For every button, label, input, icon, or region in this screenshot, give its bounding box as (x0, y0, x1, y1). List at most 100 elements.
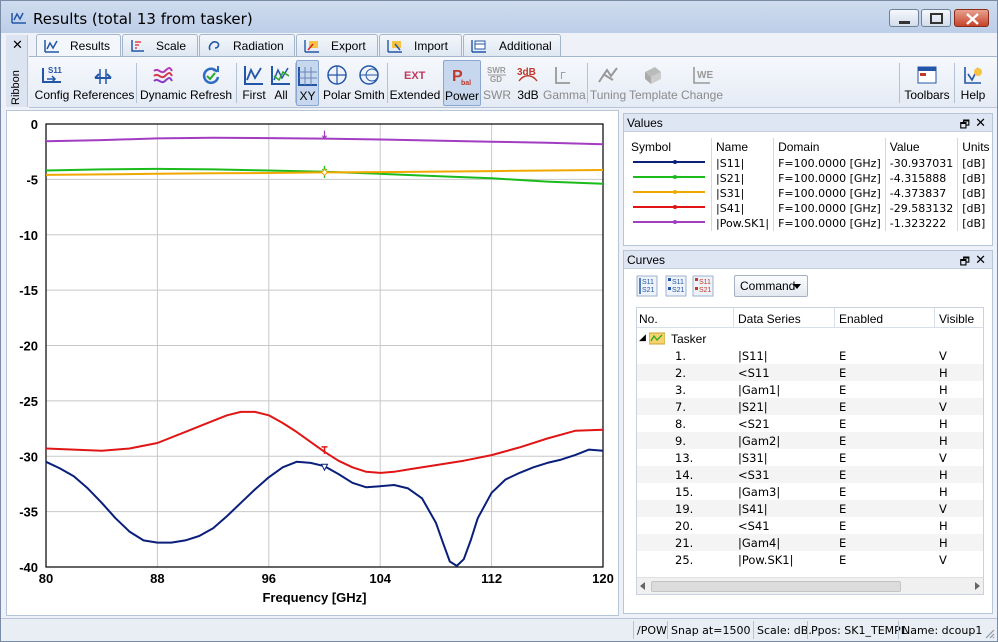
tab-additional[interactable]: Additional (463, 34, 561, 56)
plot-area[interactable]: 80 88 96 104 112 120 0 -5 -10 -15 -20 -25 -30 -35 -40 F… (6, 110, 619, 616)
scroll-thumb[interactable] (651, 581, 901, 592)
dynamic-button[interactable]: Dynamic (140, 60, 187, 106)
curve-row[interactable]: 2. <S11 E H (637, 364, 983, 381)
power-button[interactable]: Pbal Power (443, 60, 481, 106)
help-button[interactable]: Help (957, 60, 989, 106)
scroll-right-icon[interactable] (975, 582, 980, 590)
xy-button[interactable]: XY (296, 60, 319, 106)
chart-grid (45, 123, 604, 568)
tab-import[interactable]: Import (379, 34, 462, 56)
polar-button[interactable]: Polar (321, 60, 353, 106)
first-button[interactable]: First (239, 60, 269, 106)
scale-tab-icon (131, 40, 144, 52)
col-units[interactable]: Units (958, 138, 994, 156)
curve-row[interactable]: 7. |S21| E V (637, 398, 983, 415)
curve-row[interactable]: 19. |S41| E V (637, 500, 983, 517)
curve-cell-no: 21. (675, 536, 694, 550)
curve-cell-no: 8. (675, 417, 686, 431)
values-panel-title: Values (627, 116, 663, 130)
template-button[interactable]: Template (629, 60, 678, 106)
values-row[interactable]: |S21| F=100.0000 [GHz] -4.315888 [dB] (627, 171, 994, 186)
svg-text:bal: bal (461, 80, 471, 87)
col-name[interactable]: Name (711, 138, 775, 156)
values-cell-units: [dB] (962, 157, 986, 170)
sort-series-icon[interactable]: S11S21 (636, 275, 658, 297)
curve-cell-visible: H (939, 434, 948, 448)
maximize-button[interactable] (921, 9, 951, 27)
close-window-button[interactable] (954, 9, 989, 27)
series-marker-4 (322, 130, 327, 140)
curve-cell-visible: H (939, 417, 948, 431)
curve-cell-enabled: E (839, 451, 847, 465)
curve-cell-visible: V (939, 400, 947, 414)
tuning-button[interactable]: Tuning (589, 60, 627, 106)
curves-float-icon[interactable]: 🗗 (960, 253, 970, 272)
series-line-icon (633, 220, 705, 224)
config-button[interactable]: S11 Config (33, 60, 71, 106)
curve-row[interactable]: 9. |Gam2| E H (637, 432, 983, 449)
group-series-icon[interactable]: S11S21 (665, 275, 687, 297)
values-close-icon[interactable]: ✕ (975, 115, 986, 131)
swr-button[interactable]: SWR GD SWR (482, 60, 512, 106)
smith-button[interactable]: Smith (354, 60, 385, 106)
toolbar-separator (899, 63, 900, 103)
curve-row[interactable]: 13. |S31| E V (637, 449, 983, 466)
values-row[interactable]: |S11| F=100.0000 [GHz] -30.937031 [dB] (627, 156, 994, 171)
toolbars-button[interactable]: Toolbars (903, 60, 951, 106)
frequency-chart[interactable]: 80 88 96 104 112 120 0 -5 -10 -15 -20 -25 -30 -35 -40 F… (7, 111, 620, 617)
col-domain[interactable]: Domain (773, 138, 886, 156)
refresh-button[interactable]: Refresh (189, 60, 233, 106)
tasker-group[interactable]: ◢ Tasker (637, 330, 983, 347)
tab-results[interactable]: Results (36, 34, 121, 57)
values-cell-name: |Pow.SK1| (711, 216, 775, 231)
values-row[interactable]: |Pow.SK1| F=100.0000 [GHz] -1.323222 [dB] (627, 216, 994, 231)
tab-export[interactable]: Export (296, 34, 378, 56)
status-scale: Scale: dB. (757, 624, 812, 637)
curve-row[interactable]: 14. <S31 E H (637, 466, 983, 483)
curve-row[interactable]: 1. |S11| E V (637, 347, 983, 364)
col-enabled[interactable]: Enabled (839, 312, 883, 326)
col-value[interactable]: Value (885, 138, 959, 156)
expand-triangle-icon[interactable]: ◢ (639, 332, 646, 343)
minimize-button[interactable] (889, 9, 919, 27)
ribbon-close-icon[interactable]: ✕ (12, 37, 23, 53)
curve-cell-enabled: E (839, 536, 847, 550)
change-button[interactable]: WE Change (679, 60, 725, 106)
values-float-icon[interactable]: 🗗 (960, 116, 970, 135)
scroll-left-icon[interactable] (640, 582, 645, 590)
curve-row[interactable]: 21. |Gam4| E H (637, 534, 983, 551)
values-row[interactable]: |S41| F=100.0000 [GHz] -29.583132 [dB] (627, 201, 994, 216)
curve-row[interactable]: 3. |Gam1| E H (637, 381, 983, 398)
col-symbol[interactable]: Symbol (627, 138, 712, 156)
values-cell-units: [dB] (962, 172, 986, 185)
curve-row[interactable]: 20. <S41 E H (637, 517, 983, 534)
col-visible[interactable]: Visible (939, 312, 974, 326)
y-tick-label: -5 (26, 172, 38, 187)
horizontal-scrollbar[interactable] (637, 577, 983, 594)
col-no[interactable]: No. (639, 312, 658, 326)
extended-button[interactable]: EXT Extended (389, 60, 441, 106)
x-tick-label: 104 (369, 571, 391, 586)
tab-scale[interactable]: Scale (122, 34, 198, 56)
y-tick-label: -20 (19, 339, 38, 354)
first-label: First (242, 88, 266, 102)
curves-close-icon[interactable]: ✕ (975, 252, 986, 268)
toggle-series-icon[interactable]: S11S21 (692, 275, 714, 297)
values-row[interactable]: |S31| F=100.0000 [GHz] -4.373837 [dB] (627, 186, 994, 201)
col-data-series[interactable]: Data Series (738, 312, 801, 326)
curves-list[interactable]: No. Data Series Enabled Visible ◢ Tasker… (636, 307, 984, 595)
curve-cell-enabled: E (839, 383, 847, 397)
toolbar-separator (236, 63, 237, 103)
curve-row[interactable]: 8. <S21 E H (637, 415, 983, 432)
gamma-button[interactable]: Γ Gamma (543, 60, 586, 106)
tab-radiation[interactable]: Radiation (199, 34, 295, 56)
resize-grip-icon[interactable] (985, 629, 995, 639)
all-button[interactable]: All (269, 60, 293, 106)
3db-button[interactable]: 3dB 3dB (513, 60, 543, 106)
3db-label: 3dB (517, 88, 539, 102)
command-dropdown[interactable]: Command (734, 275, 808, 297)
curve-row[interactable]: 15. |Gam3| E H (637, 483, 983, 500)
toolbars-label: Toolbars (904, 88, 950, 102)
references-button[interactable]: References (73, 60, 134, 106)
curve-row[interactable]: 25. |Pow.SK1| E V (637, 551, 983, 568)
